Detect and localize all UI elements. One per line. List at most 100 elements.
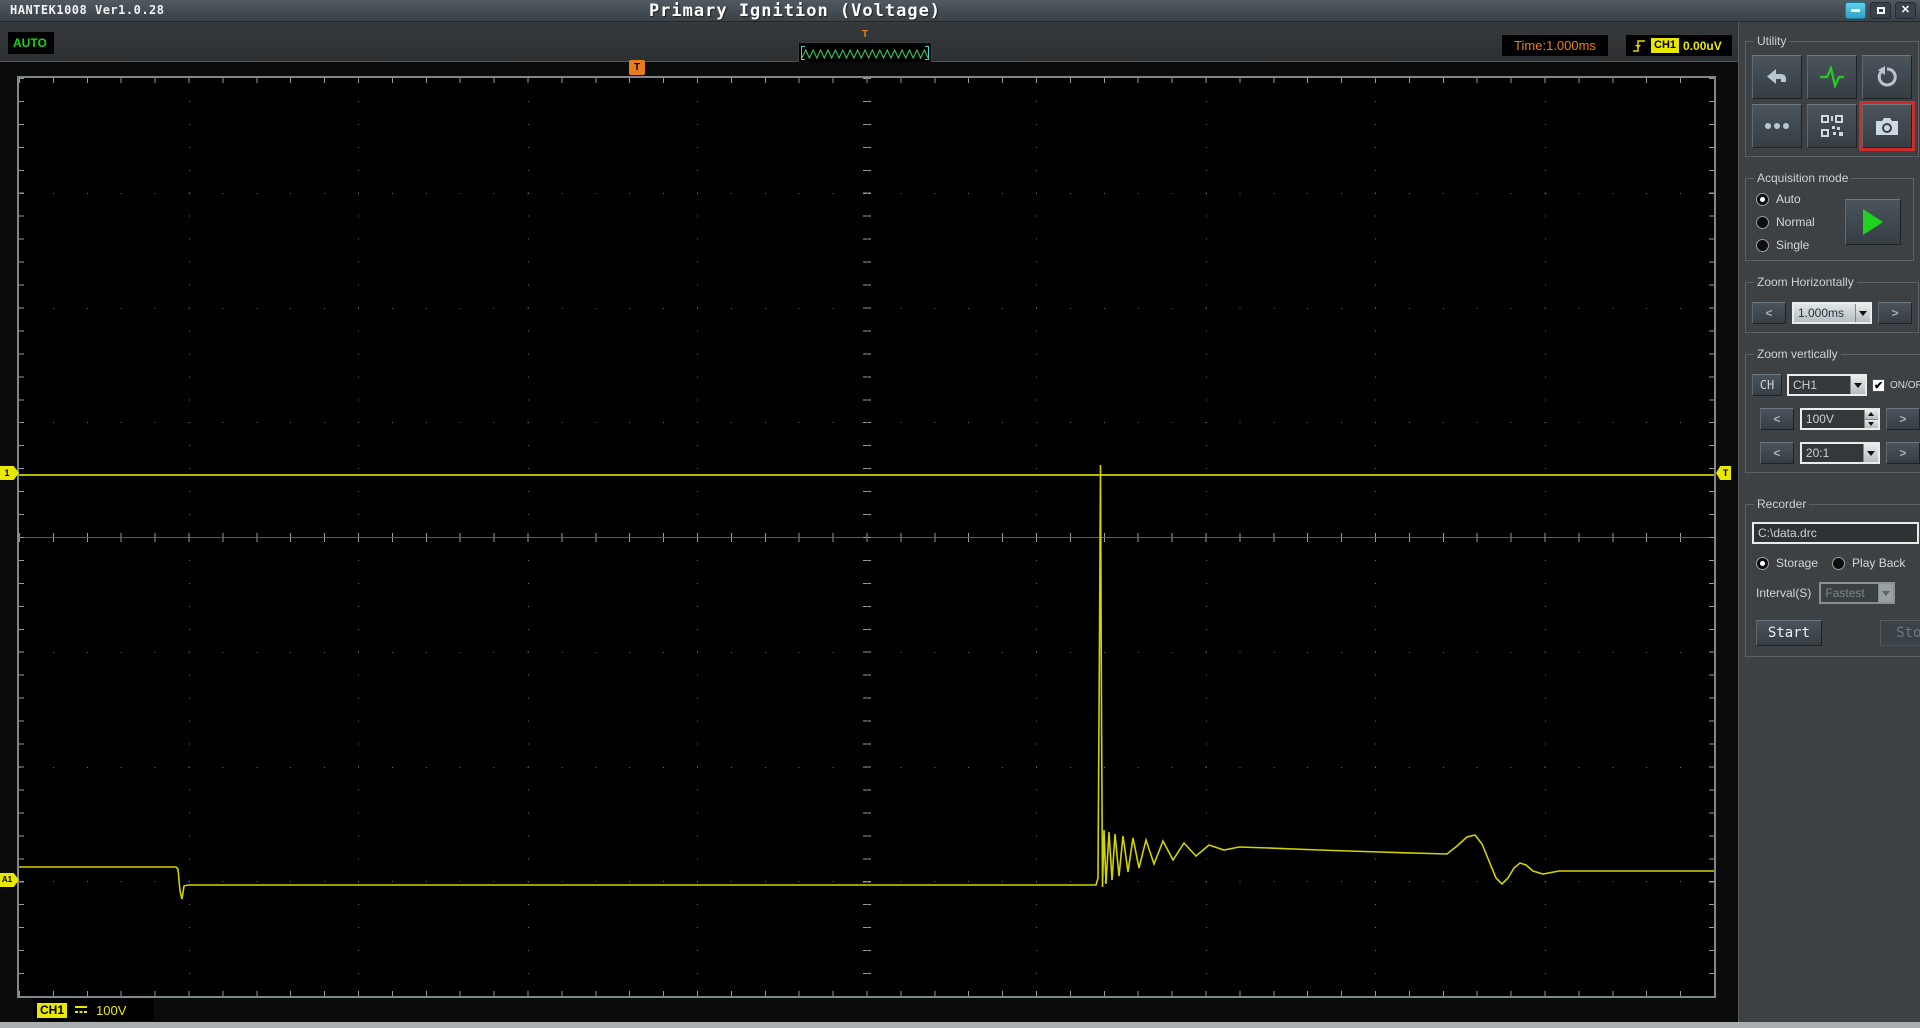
- left-arrow-icon: [1765, 67, 1789, 87]
- acq-normal-option[interactable]: Normal: [1756, 215, 1845, 229]
- scope-display-area: T 1 A1 T CH1 100V: [0, 62, 1738, 1022]
- preview-wave: [802, 50, 928, 58]
- zoom-horizontal-group: Zoom Horizontally < 1.000ms >: [1745, 275, 1919, 333]
- voltage-spinner[interactable]: 100V: [1800, 408, 1880, 430]
- radio-normal[interactable]: [1756, 216, 1769, 229]
- interval-label: Interval(S): [1756, 586, 1811, 600]
- qrcode-icon: [1820, 114, 1844, 138]
- ratio-next-button[interactable]: >: [1886, 442, 1920, 464]
- utility-group: Utility: [1745, 34, 1919, 157]
- minimize-button[interactable]: [1845, 2, 1866, 19]
- ellipsis-icon: [1764, 122, 1790, 130]
- channel-select-value: CH1: [1789, 376, 1850, 394]
- preview-left-bracket-icon: [801, 46, 805, 60]
- acq-auto-option[interactable]: Auto: [1756, 192, 1845, 206]
- channel-dropdown-icon[interactable]: [1850, 376, 1865, 394]
- channel-select[interactable]: CH1: [1787, 374, 1867, 396]
- timebase-next-button[interactable]: >: [1878, 302, 1912, 324]
- trigger-badge: CH1 0.00uV: [1626, 35, 1732, 56]
- pulse-icon: [1819, 66, 1845, 88]
- voltage-prev-button[interactable]: <: [1760, 408, 1794, 430]
- ratio-dropdown-icon[interactable]: [1863, 444, 1878, 462]
- radio-single-label: Single: [1776, 238, 1809, 252]
- maximize-button[interactable]: [1870, 2, 1891, 19]
- channel-scale-value: 100V: [96, 1003, 126, 1018]
- radio-auto-label: Auto: [1776, 192, 1801, 206]
- timebase-badge: Time:1.000ms: [1502, 35, 1608, 56]
- probe-ratio-select[interactable]: 20:1: [1800, 442, 1880, 464]
- window-bottom-edge: [0, 1022, 1920, 1028]
- zoom-vertical-label: Zoom vertically: [1754, 347, 1841, 361]
- timebase-prev-button[interactable]: <: [1752, 302, 1786, 324]
- ch-button[interactable]: CH: [1752, 374, 1782, 396]
- undo-rotate-icon: [1875, 66, 1899, 88]
- radio-single[interactable]: [1756, 239, 1769, 252]
- acquisition-group-label: Acquisition mode: [1754, 171, 1851, 185]
- utility-group-label: Utility: [1754, 34, 1789, 48]
- back-button[interactable]: [1752, 55, 1802, 99]
- trigger-position-flag[interactable]: T: [629, 60, 645, 75]
- channel-status-badge: CH1 100V: [33, 999, 154, 1021]
- channel-chip[interactable]: CH1: [37, 1003, 67, 1018]
- trigger-level-value: 0.00uV: [1683, 39, 1722, 53]
- recorder-group: Recorder ... Storage Play Back Interval(…: [1745, 497, 1920, 657]
- record-path-input[interactable]: [1752, 522, 1919, 544]
- start-button[interactable]: Start: [1756, 620, 1822, 646]
- trigger-level-marker[interactable]: T: [1716, 466, 1731, 480]
- trigger-source-chip: CH1: [1651, 38, 1679, 53]
- voltage-value: 100V: [1802, 410, 1864, 428]
- radio-storage-label: Storage: [1776, 556, 1818, 570]
- onoff-label: ON/OFF: [1890, 380, 1920, 391]
- run-button[interactable]: [1845, 199, 1901, 245]
- interval-dropdown-icon: [1878, 584, 1893, 602]
- waveform-preview-strip[interactable]: [798, 42, 932, 63]
- timebase-dropdown-icon[interactable]: [1855, 304, 1870, 322]
- ch1-trace: [19, 465, 1714, 899]
- page-title: Primary Ignition (Voltage): [0, 0, 1590, 22]
- zoom-vertical-group: Zoom vertically CH CH1 ON/OFF < 100V > <: [1745, 347, 1920, 473]
- recorder-group-label: Recorder: [1754, 497, 1809, 511]
- play-icon: [1863, 209, 1883, 235]
- preview-trigger-marker[interactable]: T: [798, 29, 932, 40]
- qrcode-button[interactable]: [1807, 104, 1857, 148]
- maximize-icon: [1877, 7, 1885, 14]
- acquisition-status-badge: AUTO: [8, 32, 54, 54]
- stop-button: Stop: [1880, 620, 1920, 646]
- radio-normal-label: Normal: [1776, 215, 1815, 229]
- radio-playback[interactable]: [1832, 557, 1845, 570]
- ratio-prev-button[interactable]: <: [1760, 442, 1794, 464]
- voltage-spin-up[interactable]: [1865, 410, 1878, 419]
- control-sidebar: Utility: [1738, 22, 1920, 1022]
- close-icon: ✕: [1901, 5, 1910, 16]
- minimize-icon: [1851, 9, 1860, 12]
- waveform-test-button[interactable]: [1807, 55, 1857, 99]
- preview-wave-svg: [799, 43, 931, 62]
- zoom-horizontal-label: Zoom Horizontally: [1754, 275, 1857, 289]
- acquisition-group: Acquisition mode Auto Normal Single: [1745, 171, 1914, 261]
- channel-onoff-checkbox[interactable]: [1872, 379, 1885, 392]
- voltage-next-button[interactable]: >: [1886, 408, 1920, 430]
- close-button[interactable]: ✕: [1895, 2, 1916, 19]
- dc-coupling-icon: [74, 1005, 89, 1015]
- scope-frame: [17, 76, 1716, 998]
- refresh-button[interactable]: [1862, 55, 1912, 99]
- title-bar: HANTEK1008 Ver1.0.28 Primary Ignition (V…: [0, 0, 1920, 22]
- screenshot-button[interactable]: [1862, 104, 1912, 148]
- probe-ratio-value: 20:1: [1802, 444, 1863, 462]
- interval-value: Fastest: [1821, 584, 1878, 602]
- rising-edge-trigger-icon: [1631, 38, 1647, 54]
- radio-storage[interactable]: [1756, 557, 1769, 570]
- timebase-select[interactable]: 1.000ms: [1792, 302, 1872, 324]
- more-options-button[interactable]: [1752, 104, 1802, 148]
- voltage-spin-down[interactable]: [1865, 419, 1878, 429]
- timebase-value: 1.000ms: [1794, 304, 1855, 322]
- playback-option[interactable]: Play Back: [1832, 556, 1905, 570]
- radio-auto[interactable]: [1756, 193, 1769, 206]
- camera-icon: [1874, 115, 1900, 137]
- interval-select: Fastest: [1819, 582, 1895, 604]
- preview-right-bracket-icon: [925, 46, 929, 60]
- radio-playback-label: Play Back: [1852, 556, 1905, 570]
- acq-single-option[interactable]: Single: [1756, 238, 1845, 252]
- status-toolbar: AUTO T Time:1.000ms CH1 0.00uV: [0, 22, 1738, 62]
- storage-option[interactable]: Storage: [1756, 556, 1818, 570]
